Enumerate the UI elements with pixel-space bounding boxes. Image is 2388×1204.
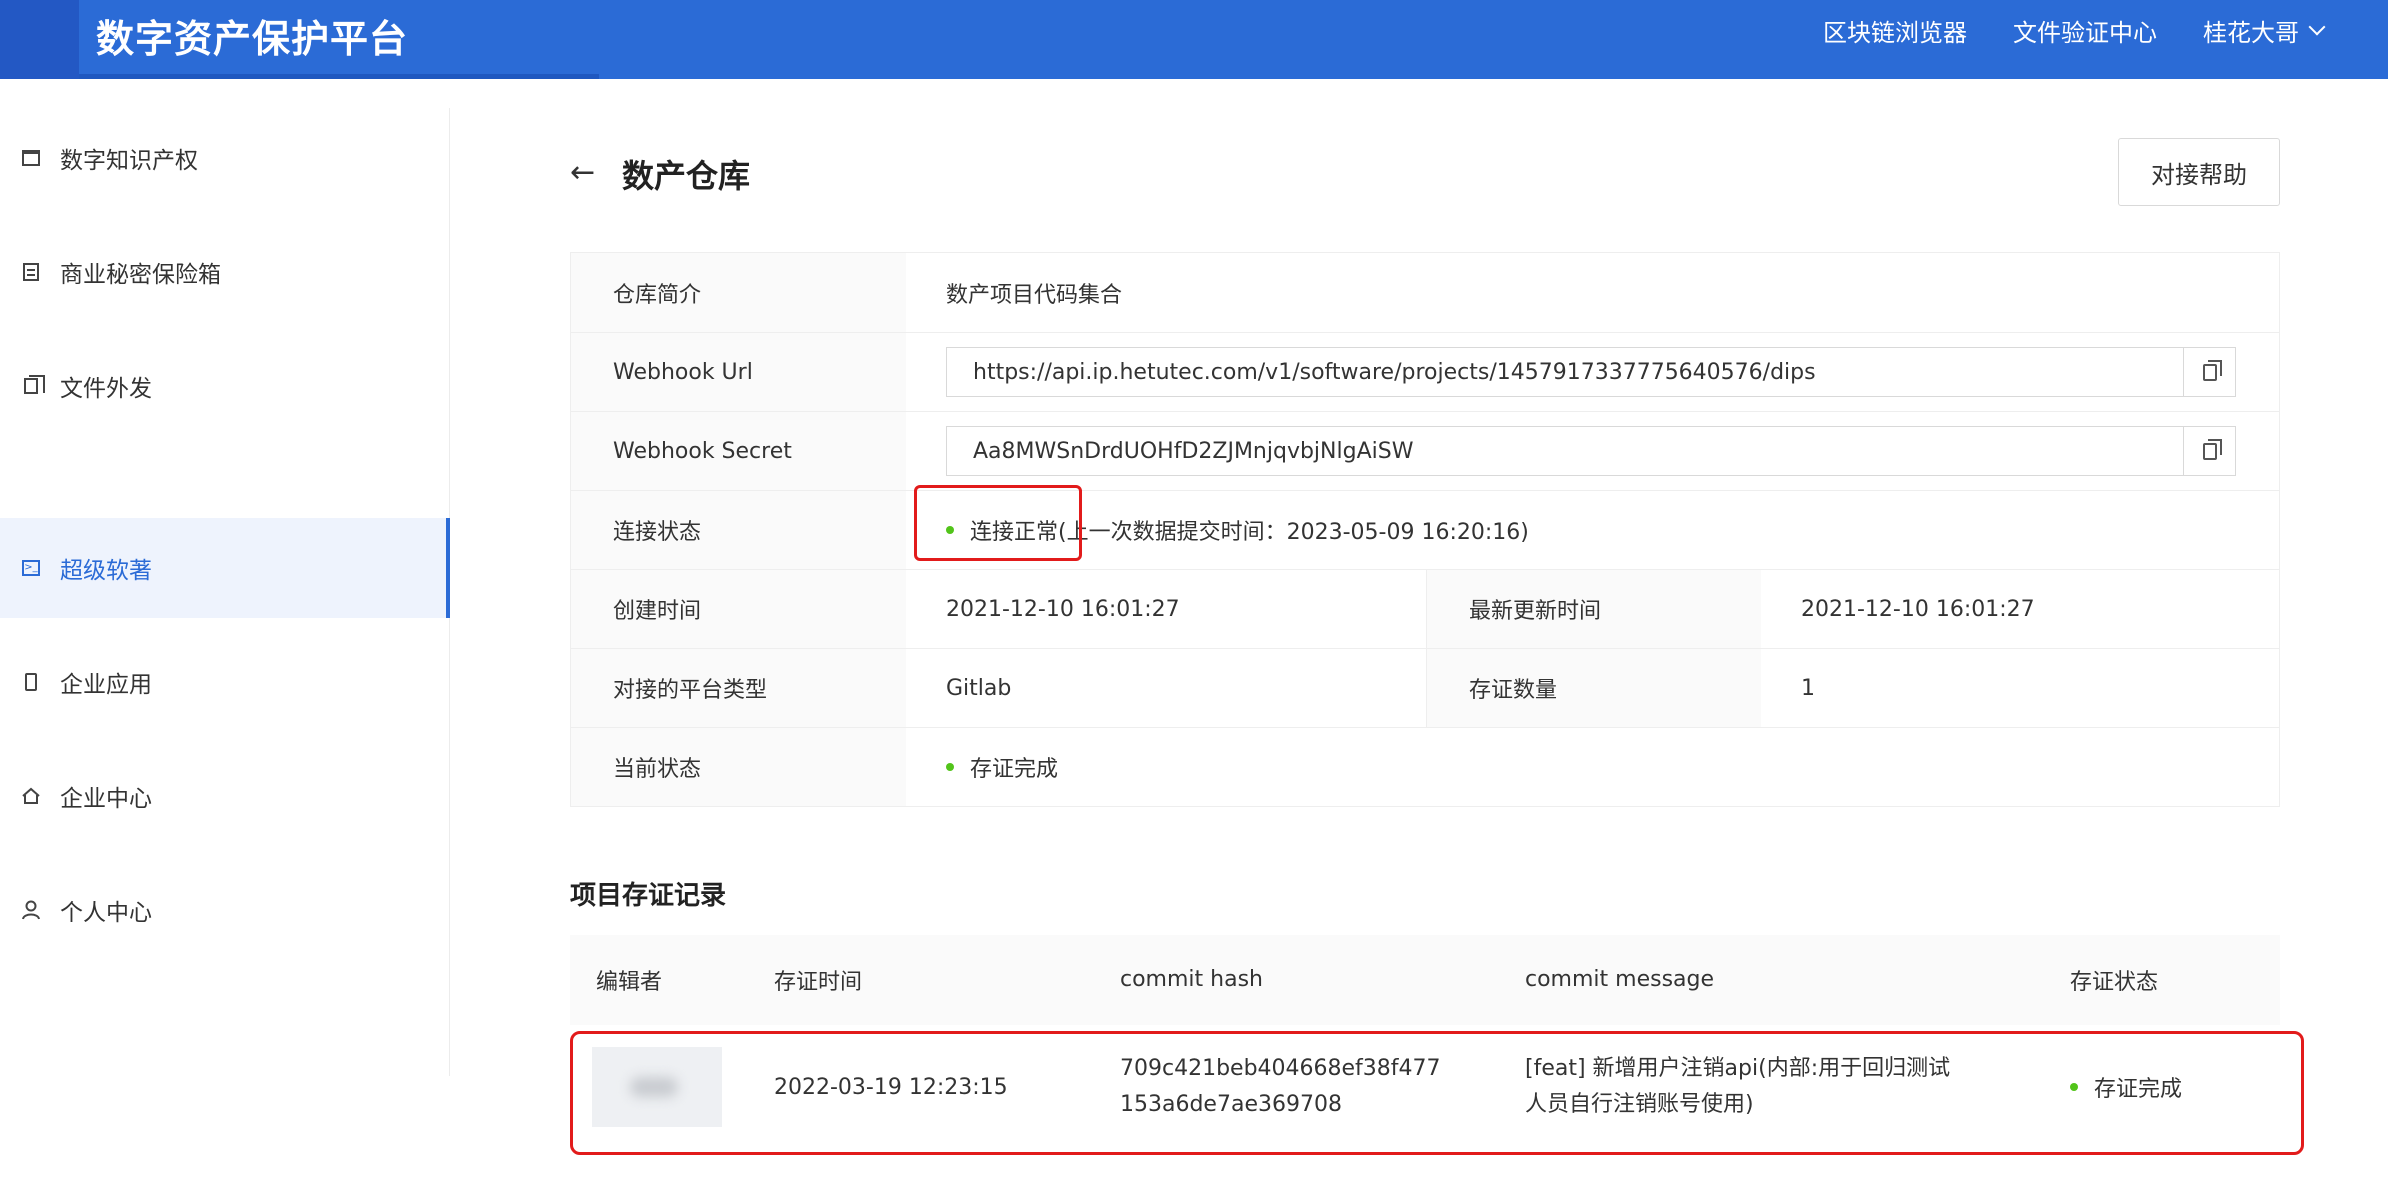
webhook-secret-label: Webhook Secret (571, 412, 906, 490)
copy-icon (20, 375, 45, 397)
col-commit-message: commit message (1525, 967, 1715, 992)
hash-line: 153a6de7ae369708 (1120, 1092, 1342, 1117)
col-editor: 编辑者 (596, 970, 663, 995)
sidebar-item-label: 企业中心 (60, 786, 152, 812)
webhook-url-cell: https://api.ip.hetutec.com/v1/software/p… (906, 333, 2279, 411)
col-time: 存证时间 (774, 970, 863, 995)
top-nav: 区块链浏览器 文件验证中心 桂花大哥 (1823, 0, 2326, 60)
nav-blockchain-explorer[interactable]: 区块链浏览器 (1823, 13, 1967, 48)
message-line: [feat] 新增用户注销api(内部:用于回归测试 (1525, 1056, 1951, 1081)
user-menu[interactable]: 桂花大哥 (2203, 13, 2326, 48)
sidebar-item-digital-ip[interactable]: 数字知识产权 (0, 108, 450, 208)
webhook-url-label: Webhook Url (571, 333, 906, 411)
info-row-platform: 对接的平台类型 Gitlab 存证数量 1 (571, 648, 2279, 727)
sidebar-item-enterprise-apps[interactable]: 企业应用 (0, 632, 450, 732)
sidebar-item-personal-center[interactable]: 个人中心 (0, 860, 450, 960)
table-row[interactable]: 2022-03-19 12:23:15 709c421beb404668ef38… (570, 1031, 2304, 1155)
status-dot-icon (946, 763, 954, 771)
info-row-connection: 连接状态 连接正常 (上一次数据提交时间：2023-05-09 16:20:16… (571, 485, 2279, 569)
copy-secret-button[interactable] (2183, 427, 2235, 475)
logo-icon (0, 0, 79, 79)
sidebar-item-label: 超级软著 (60, 558, 152, 584)
count-value: 1 (1801, 675, 1815, 701)
status-dot-icon (2070, 1083, 2078, 1091)
user-name: 桂花大哥 (2203, 18, 2299, 47)
col-status: 存证状态 (2070, 970, 2159, 995)
info-row-webhook-secret: Webhook Secret Aa8MWSnDrdUOHfD2ZJMnjqvbj… (571, 411, 2279, 490)
platform-value: Gitlab (946, 675, 1012, 701)
sidebar-item-super-copyright[interactable]: >_ 超级软著 (0, 518, 450, 618)
chevron-down-icon (2308, 18, 2326, 36)
list-icon (20, 261, 42, 283)
record-message: [feat] 新增用户注销api(内部:用于回归测试 人员自行注销账号使用) (1525, 1051, 2070, 1123)
sidebar-item-label: 数字知识产权 (60, 148, 198, 174)
sidebar-item-label: 个人中心 (60, 900, 152, 926)
intro-label: 仓库简介 (571, 253, 906, 332)
back-arrow-icon[interactable]: ← (570, 155, 595, 190)
info-row-intro: 仓库简介 数产项目代码集合 (571, 253, 2279, 332)
created-label: 创建时间 (571, 570, 906, 648)
copy-icon (2202, 438, 2222, 460)
title-underline (79, 74, 599, 79)
webhook-secret-field[interactable]: Aa8MWSnDrdUOHfD2ZJMnjqvbjNlgAiSW (946, 426, 2236, 476)
sidebar-item-label: 企业应用 (60, 672, 152, 698)
records-header-row: 编辑者 存证时间 commit hash commit message 存证状态 (570, 935, 2280, 1025)
col-commit-hash: commit hash (1120, 967, 1263, 992)
calendar-icon (20, 147, 42, 169)
info-row-state: 当前状态 存证完成 (571, 727, 2279, 806)
editor-cell (570, 1047, 750, 1127)
sidebar-item-file-send[interactable]: 文件外发 (0, 336, 450, 436)
webhook-url-field[interactable]: https://api.ip.hetutec.com/v1/software/p… (946, 347, 2236, 397)
info-row-webhook-url: Webhook Url https://api.ip.hetutec.com/v… (571, 332, 2279, 411)
connection-cell: 连接正常 (上一次数据提交时间：2023-05-09 16:20:16) (906, 485, 2279, 569)
state-cell: 存证完成 (906, 728, 2279, 806)
blurred-editor-avatar (592, 1047, 722, 1127)
records-table: 编辑者 存证时间 commit hash commit message 存证状态… (570, 935, 2304, 1155)
connection-label: 连接状态 (571, 491, 906, 569)
sidebar-item-label: 文件外发 (60, 376, 152, 402)
updated-value: 2021-12-10 16:01:27 (1801, 596, 2035, 622)
webhook-secret-cell: Aa8MWSnDrdUOHfD2ZJMnjqvbjNlgAiSW (906, 412, 2279, 490)
terminal-icon: >_ (20, 557, 42, 579)
created-value: 2021-12-10 16:01:27 (946, 596, 1180, 622)
message-line: 人员自行注销账号使用) (1525, 1092, 1754, 1117)
app-title: 数字资产保护平台 (96, 17, 409, 61)
repository-info-table: 仓库简介 数产项目代码集合 Webhook Url https://api.ip… (570, 252, 2280, 807)
state-value: 存证完成 (970, 757, 1059, 782)
sidebar-item-label: 商业秘密保险箱 (60, 262, 221, 288)
nav-file-verification[interactable]: 文件验证中心 (2013, 13, 2157, 48)
connection-detail: (上一次数据提交时间：2023-05-09 16:20:16) (1058, 520, 1529, 545)
sidebar-item-enterprise-center[interactable]: 企业中心 (0, 746, 450, 846)
copy-icon (2202, 359, 2222, 381)
sidebar-item-trade-secret[interactable]: 商业秘密保险箱 (0, 222, 450, 322)
hash-line: 709c421beb404668ef38f477 (1120, 1056, 1441, 1081)
main-content: ← 数产仓库 对接帮助 仓库简介 数产项目代码集合 Webhook Url ht… (570, 135, 2304, 1155)
state-label: 当前状态 (571, 728, 906, 806)
record-status-label: 存证完成 (2094, 1077, 2183, 1102)
count-label: 存证数量 (1426, 649, 1761, 727)
record-hash: 709c421beb404668ef38f477 153a6de7ae36970… (1120, 1051, 1525, 1123)
copy-url-button[interactable] (2183, 348, 2235, 396)
intro-value: 数产项目代码集合 (946, 282, 1123, 308)
info-row-times: 创建时间 2021-12-10 16:01:27 最新更新时间 2021-12-… (571, 569, 2279, 648)
record-status: 存证完成 (2070, 1071, 2280, 1103)
page-header: ← 数产仓库 对接帮助 (570, 135, 2280, 209)
top-header: 数字资产保护平台 区块链浏览器 文件验证中心 桂花大哥 (0, 0, 2388, 79)
records-section-title: 项目存证记录 (570, 881, 727, 911)
home-icon (20, 785, 42, 807)
updated-label: 最新更新时间 (1426, 570, 1761, 648)
record-time: 2022-03-19 12:23:15 (774, 1074, 1008, 1100)
status-highlight-box (914, 485, 1082, 561)
webhook-url-value: https://api.ip.hetutec.com/v1/software/p… (973, 359, 1816, 385)
platform-label: 对接的平台类型 (571, 649, 906, 727)
phone-icon (20, 671, 42, 693)
integration-help-button[interactable]: 对接帮助 (2118, 138, 2280, 206)
webhook-secret-value: Aa8MWSnDrdUOHfD2ZJMnjqvbjNlgAiSW (973, 438, 1414, 464)
sidebar: 数字知识产权 商业秘密保险箱 文件外发 >_ 超级软著 企业应用 企业中心 个人… (0, 108, 450, 1076)
user-icon (20, 899, 42, 921)
page-title: 数产仓库 (622, 157, 751, 195)
